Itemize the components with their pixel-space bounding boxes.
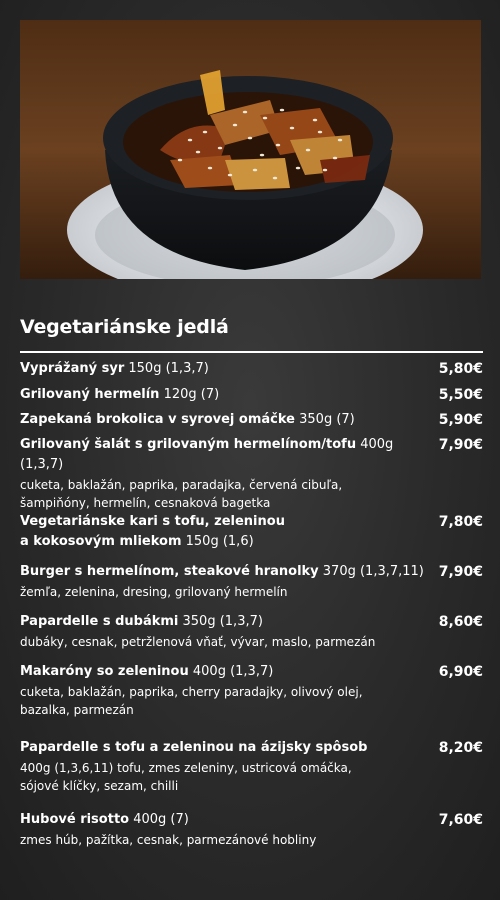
item-description: cuketa, baklažán, paprika, paradajka, če…: [20, 478, 343, 510]
item-meta: 400g (1,3,7): [192, 664, 274, 679]
item-description: 400g (1,3,6,11) tofu, zmes zeleniny, ust…: [20, 761, 352, 793]
menu-item: Papardelle s tofu a zeleninou na ázijsky…: [20, 738, 483, 795]
menu-item: Makaróny so zeleninou 400g (1,3,7) cuket…: [20, 662, 483, 719]
item-meta: 350g (7): [299, 412, 355, 427]
item-price: 7,90€: [438, 437, 483, 453]
item-name: Zapekaná brokolica v syrovej omáčke: [20, 412, 295, 427]
item-description: cuketa, baklažán, paprika, cherry parada…: [20, 685, 363, 717]
item-name: Papardelle s dubákmi: [20, 614, 179, 629]
item-name: Hubové risotto: [20, 812, 130, 827]
section-title: Vegetariánske jedlá: [20, 316, 229, 338]
item-price: 5,90€: [438, 412, 483, 428]
item-name-line1: Vegetariánske kari s tofu, zeleninou: [20, 514, 285, 529]
item-meta: 150g (1,6): [185, 534, 254, 549]
item-name-line2: a kokosovým mliekom: [20, 534, 182, 549]
bowl-illustration: [20, 20, 481, 279]
item-meta: 370g (1,3,7,11): [322, 564, 424, 579]
menu-item: Burger s hermelínom, steakové hranolky 3…: [20, 562, 483, 601]
item-price: 8,20€: [438, 740, 483, 756]
menu-item: Grilovaný šalát s grilovaným hermelínom/…: [20, 435, 483, 512]
item-price: 6,90€: [438, 664, 483, 680]
item-price: 5,80€: [438, 361, 483, 377]
menu-item: Vyprážaný syr 150g (1,3,7) 5,80€: [20, 359, 483, 379]
item-meta: 150g (1,3,7): [128, 361, 209, 376]
menu-item: Zapekaná brokolica v syrovej omáčke 350g…: [20, 410, 483, 430]
menu-item: Hubové risotto 400g (7) zmes húb, pažítk…: [20, 810, 483, 849]
item-meta: 400g (7): [133, 812, 189, 827]
item-meta: 120g (7): [163, 387, 220, 402]
item-price: 7,90€: [438, 564, 483, 580]
item-name: Vyprážaný syr: [20, 361, 125, 376]
hero-food-photo: [20, 20, 481, 279]
item-price: 5,50€: [438, 387, 483, 403]
item-meta: 350g (1,3,7): [182, 614, 263, 629]
item-name: Grilovaný šalát s grilovaným hermelínom/…: [20, 437, 357, 452]
item-price: 8,60€: [438, 614, 483, 630]
item-name: Papardelle s tofu a zeleninou na ázijsky…: [20, 740, 368, 755]
menu-item: Grilovaný hermelín 120g (7) 5,50€: [20, 385, 483, 405]
item-description: žemľa, zelenina, dresing, grilovaný herm…: [20, 585, 288, 599]
menu-item: Papardelle s dubákmi 350g (1,3,7) dubáky…: [20, 612, 483, 651]
item-price: 7,60€: [438, 812, 483, 828]
item-price: 7,80€: [438, 514, 483, 530]
item-name: Grilovaný hermelín: [20, 387, 160, 402]
title-divider: [20, 351, 483, 353]
menu-item: Vegetariánske kari s tofu, zeleninou a k…: [20, 512, 483, 552]
item-name: Burger s hermelínom, steakové hranolky: [20, 564, 319, 579]
item-name: Makaróny so zeleninou: [20, 664, 189, 679]
item-description: dubáky, cesnak, petržlenová vňať, vývar,…: [20, 635, 376, 649]
item-description: zmes húb, pažítka, cesnak, parmezánové h…: [20, 833, 317, 847]
